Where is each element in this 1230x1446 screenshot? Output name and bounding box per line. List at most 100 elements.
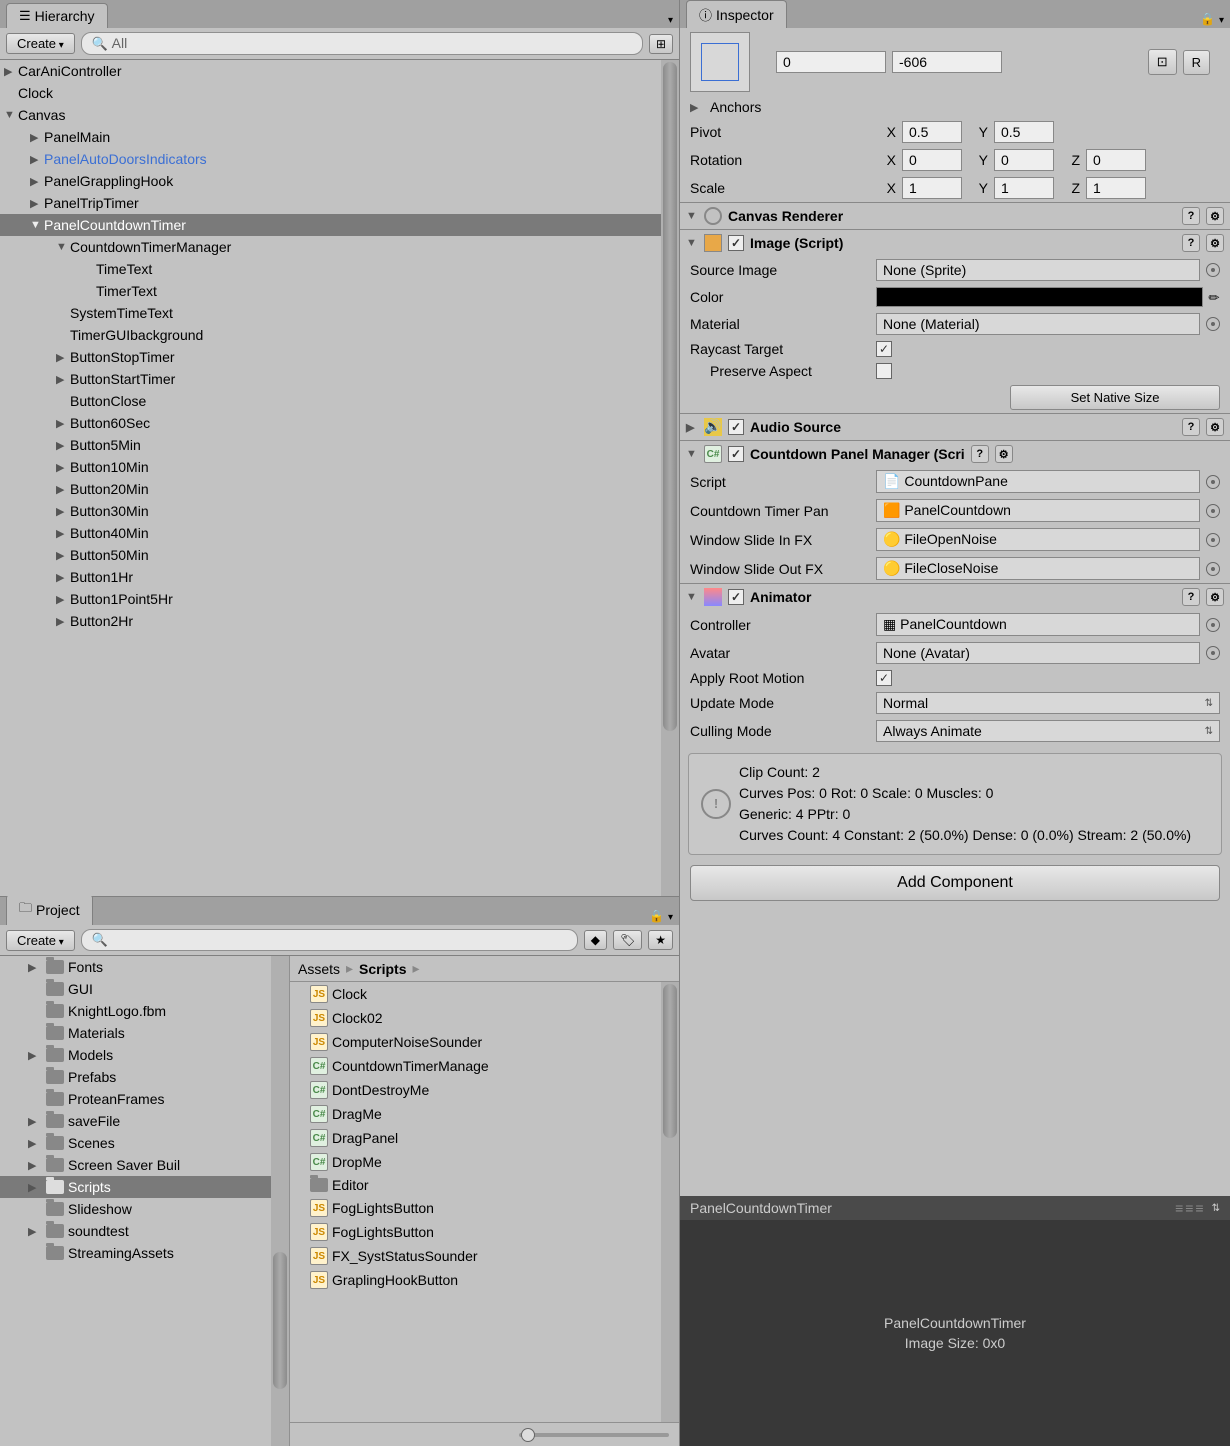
project-search-input[interactable]: 🔍: [81, 929, 578, 951]
foldout-arrow[interactable]: ▶: [56, 417, 70, 430]
pivot-x-input[interactable]: [902, 121, 962, 143]
hierarchy-item[interactable]: TimeText: [0, 258, 679, 280]
asset-size-slider[interactable]: [519, 1433, 669, 1437]
breadcrumb-assets[interactable]: Assets: [298, 961, 340, 977]
hierarchy-item[interactable]: ▼PanelCountdownTimer: [0, 214, 679, 236]
anchors-foldout[interactable]: ▶: [690, 101, 704, 114]
inspector-lock-icon[interactable]: [1200, 10, 1215, 26]
hierarchy-item[interactable]: TimerGUIbackground: [0, 324, 679, 346]
object-picker-icon[interactable]: [1206, 475, 1220, 489]
search-by-label-button[interactable]: 🏷: [613, 930, 642, 950]
asset-item[interactable]: JSGraplingHookButton: [290, 1268, 679, 1292]
hierarchy-item[interactable]: ▶Button5Min: [0, 434, 679, 456]
help-icon[interactable]: ?: [1182, 418, 1200, 436]
culling-mode-select[interactable]: Always Animate: [876, 720, 1220, 742]
add-component-button[interactable]: Add Component: [690, 865, 1220, 901]
foldout-arrow[interactable]: ▶: [56, 351, 70, 364]
foldout-arrow[interactable]: ▶: [28, 1159, 42, 1172]
hierarchy-tree[interactable]: ▶CarAniControllerClock▼Canvas▶PanelMain▶…: [0, 60, 679, 896]
hierarchy-item[interactable]: ▼Canvas: [0, 104, 679, 126]
eyedropper-icon[interactable]: [1209, 289, 1220, 306]
hierarchy-item[interactable]: TimerText: [0, 280, 679, 302]
gear-icon[interactable]: ⚙: [1206, 588, 1224, 606]
asset-list[interactable]: JSClockJSClock02JSComputerNoiseSounderC#…: [290, 982, 679, 1422]
set-native-size-button[interactable]: Set Native Size: [1010, 385, 1220, 410]
object-picker-icon[interactable]: [1206, 646, 1220, 660]
preserve-aspect-checkbox[interactable]: [876, 363, 892, 379]
hierarchy-item[interactable]: ▶ButtonStartTimer: [0, 368, 679, 390]
countdown-enabled-checkbox[interactable]: [728, 446, 744, 462]
pivot-y-input[interactable]: [994, 121, 1054, 143]
asset-item[interactable]: JSFX_SystStatusSounder: [290, 1244, 679, 1268]
hierarchy-tab[interactable]: ☰ Hierarchy: [6, 3, 108, 28]
scale-y-input[interactable]: [994, 177, 1054, 199]
animator-enabled-checkbox[interactable]: [728, 589, 744, 605]
preview-drag-handle[interactable]: ≡≡≡: [1175, 1200, 1206, 1216]
asset-item[interactable]: C#DontDestroyMe: [290, 1078, 679, 1102]
folder-item[interactable]: ▶Models: [0, 1044, 289, 1066]
hierarchy-item[interactable]: ▶Button40Min: [0, 522, 679, 544]
color-field[interactable]: [876, 287, 1203, 307]
object-picker-icon[interactable]: [1206, 618, 1220, 632]
foldout-arrow[interactable]: ▼: [30, 219, 44, 231]
foldout-arrow[interactable]: ▶: [28, 961, 42, 974]
foldout-arrow[interactable]: ▼: [56, 241, 70, 253]
hierarchy-search-input[interactable]: 🔍 All: [81, 32, 643, 55]
slide-out-field[interactable]: 🟡 FileCloseNoise: [876, 557, 1200, 580]
folder-item[interactable]: ProteanFrames: [0, 1088, 289, 1110]
script-field[interactable]: 📄 CountdownPane: [876, 470, 1200, 493]
raw-edit-button[interactable]: R: [1183, 50, 1210, 75]
audio-source-component[interactable]: ▶🔊 Audio Source ? ⚙: [680, 413, 1230, 440]
scale-x-input[interactable]: [902, 177, 962, 199]
foldout-arrow[interactable]: ▶: [30, 175, 44, 188]
object-picker-icon[interactable]: [1206, 533, 1220, 547]
avatar-field[interactable]: None (Avatar): [876, 642, 1200, 664]
object-picker-icon[interactable]: [1206, 263, 1220, 277]
hierarchy-item[interactable]: ▶Button2Hr: [0, 610, 679, 632]
hierarchy-filter-button[interactable]: ⊞: [649, 34, 673, 54]
foldout-arrow[interactable]: ▶: [56, 615, 70, 628]
hierarchy-item[interactable]: ▶PanelTripTimer: [0, 192, 679, 214]
blueprint-button[interactable]: ⊡: [1148, 49, 1177, 75]
hierarchy-item[interactable]: ▶Button50Min: [0, 544, 679, 566]
rot-x-input[interactable]: [902, 149, 962, 171]
animator-component[interactable]: ▼ Animator ? ⚙: [680, 583, 1230, 610]
inspector-menu-icon[interactable]: [1219, 10, 1224, 26]
rect-field1[interactable]: [776, 51, 886, 73]
hierarchy-item[interactable]: ▼CountdownTimerManager: [0, 236, 679, 258]
hierarchy-item[interactable]: ▶Button30Min: [0, 500, 679, 522]
foldout-arrow[interactable]: ▶: [30, 197, 44, 210]
object-picker-icon[interactable]: [1206, 562, 1220, 576]
rot-z-input[interactable]: [1086, 149, 1146, 171]
hierarchy-item[interactable]: SystemTimeText: [0, 302, 679, 324]
countdown-manager-component[interactable]: ▼C# Countdown Panel Manager (Scri ? ⚙: [680, 440, 1230, 467]
hierarchy-item[interactable]: ▶ButtonStopTimer: [0, 346, 679, 368]
rot-y-input[interactable]: [994, 149, 1054, 171]
inspector-tab[interactable]: ⓘ Inspector: [686, 0, 787, 28]
foldout-arrow[interactable]: ▶: [28, 1225, 42, 1238]
foldout-arrow[interactable]: ▶: [28, 1049, 42, 1062]
breadcrumb[interactable]: Assets ▸ Scripts ▸: [290, 956, 679, 982]
hierarchy-item[interactable]: ▶Button1Point5Hr: [0, 588, 679, 610]
asset-scrollbar[interactable]: [661, 982, 679, 1422]
favorite-button[interactable]: ★: [648, 930, 673, 950]
folder-item[interactable]: KnightLogo.fbm: [0, 1000, 289, 1022]
hierarchy-item[interactable]: ▶Button60Sec: [0, 412, 679, 434]
hierarchy-item[interactable]: ▶CarAniController: [0, 60, 679, 82]
hierarchy-item[interactable]: ButtonClose: [0, 390, 679, 412]
folder-item[interactable]: ▶Fonts: [0, 956, 289, 978]
asset-item[interactable]: JSComputerNoiseSounder: [290, 1030, 679, 1054]
scale-z-input[interactable]: [1086, 177, 1146, 199]
folder-item[interactable]: Prefabs: [0, 1066, 289, 1088]
canvas-renderer-component[interactable]: ▼ Canvas Renderer ? ⚙: [680, 202, 1230, 229]
asset-item[interactable]: JSClock: [290, 982, 679, 1006]
panel-menu-icon[interactable]: [668, 10, 673, 26]
foldout-arrow[interactable]: ▶: [56, 505, 70, 518]
object-picker-icon[interactable]: [1206, 317, 1220, 331]
help-icon[interactable]: ?: [1182, 234, 1200, 252]
folder-item[interactable]: GUI: [0, 978, 289, 1000]
rect-field2[interactable]: [892, 51, 1002, 73]
raycast-checkbox[interactable]: [876, 341, 892, 357]
project-folder-tree[interactable]: ▶FontsGUIKnightLogo.fbmMaterials▶ModelsP…: [0, 956, 290, 1446]
audio-enabled-checkbox[interactable]: [728, 419, 744, 435]
